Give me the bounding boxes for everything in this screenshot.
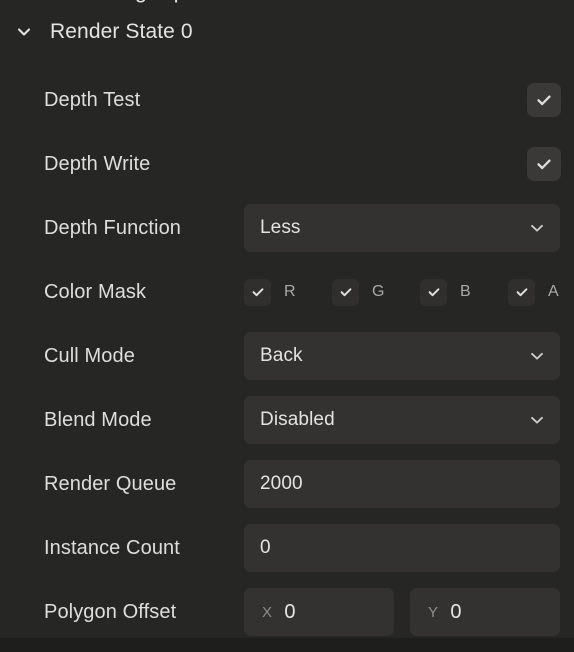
depth-test-checkbox[interactable] (527, 83, 561, 117)
row-label-blend-mode: Blend Mode (44, 408, 152, 431)
polygon-offset-y-input[interactable]: Y 0 (410, 588, 560, 636)
row-label-polygon-offset: Polygon Offset (44, 600, 177, 623)
row-instance-count: Instance Count 0 (0, 524, 574, 572)
depth-function-dropdown[interactable]: Less (244, 204, 560, 252)
blend-mode-dropdown[interactable]: Disabled (244, 396, 560, 444)
cull-mode-dropdown[interactable]: Back (244, 332, 560, 380)
section-header-render-state[interactable]: Render State 0 (0, 14, 574, 50)
polygon-offset-y-value: 0 (450, 600, 462, 623)
blend-mode-value: Disabled (260, 409, 335, 430)
chevron-down-icon[interactable] (528, 347, 546, 365)
color-mask-group: R G B A (244, 268, 574, 316)
polygon-offset-y-axis-label: Y (428, 603, 439, 621)
render-queue-input[interactable]: 2000 (244, 460, 560, 508)
check-icon (252, 288, 263, 297)
color-mask-a[interactable]: A (508, 278, 574, 306)
row-label-cull-mode: Cull Mode (44, 344, 135, 367)
check-icon (537, 95, 551, 106)
color-mask-r-checkbox[interactable] (244, 278, 271, 306)
color-mask-r[interactable]: R (244, 278, 332, 306)
row-label-depth-function: Depth Function (44, 216, 182, 239)
render-state-panel: Rendering Pipeline Render State 0 Depth … (0, 0, 574, 652)
polygon-offset-x-input[interactable]: X 0 (244, 588, 394, 636)
row-label-depth-write: Depth Write (44, 152, 151, 175)
color-mask-b-label: B (460, 283, 471, 300)
color-mask-a-checkbox[interactable] (508, 278, 535, 306)
chevron-down-icon[interactable] (12, 20, 36, 44)
color-mask-g-checkbox[interactable] (332, 278, 359, 306)
check-icon (428, 288, 439, 297)
row-depth-write: Depth Write (0, 140, 574, 188)
chevron-down-icon[interactable] (528, 411, 546, 429)
panel-bottom-strip (0, 638, 574, 652)
section-title: Render State 0 (50, 20, 193, 43)
check-icon (537, 159, 551, 170)
color-mask-g-label: G (372, 283, 385, 300)
cull-mode-value: Back (260, 345, 303, 366)
polygon-offset-x-value: 0 (284, 600, 296, 623)
depth-function-value: Less (260, 217, 301, 238)
render-queue-value: 2000 (260, 473, 303, 494)
row-render-queue: Render Queue 2000 (0, 460, 574, 508)
row-blend-mode: Blend Mode Disabled (0, 396, 574, 444)
row-label-color-mask: Color Mask (44, 280, 147, 303)
row-label-depth-test: Depth Test (44, 88, 141, 111)
color-mask-r-label: R (284, 283, 296, 300)
row-depth-test: Depth Test (0, 76, 574, 124)
color-mask-b-checkbox[interactable] (420, 278, 447, 306)
color-mask-b[interactable]: B (420, 278, 508, 306)
cutoff-heading-above: Rendering Pipeline (44, 0, 234, 4)
row-label-render-queue: Render Queue (44, 472, 177, 495)
instance-count-value: 0 (260, 537, 271, 558)
depth-write-checkbox[interactable] (527, 147, 561, 181)
instance-count-input[interactable]: 0 (244, 524, 560, 572)
chevron-down-icon[interactable] (528, 219, 546, 237)
color-mask-a-label: A (548, 283, 559, 300)
check-icon (340, 288, 351, 297)
check-icon (516, 288, 527, 297)
polygon-offset-x-axis-label: X (262, 603, 273, 621)
color-mask-g[interactable]: G (332, 278, 420, 306)
row-polygon-offset: Polygon Offset X 0 Y 0 (0, 588, 574, 636)
row-cull-mode: Cull Mode Back (0, 332, 574, 380)
row-depth-function: Depth Function Less (0, 204, 574, 252)
row-label-instance-count: Instance Count (44, 536, 180, 559)
row-color-mask: Color Mask R G B A (0, 268, 574, 316)
